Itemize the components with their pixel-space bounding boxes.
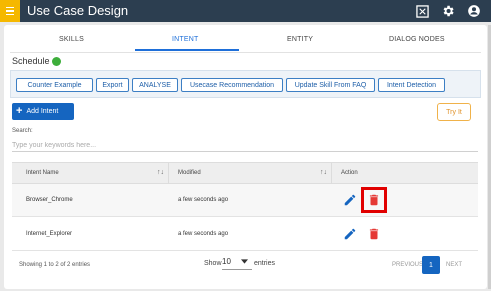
tab-dialog-nodes[interactable]: DIALOG NODES [389,36,445,43]
add-intent-label: Add Intent [26,108,59,115]
table-row[interactable]: Browser_Chrome a few seconds ago [12,184,478,217]
previous-page-button[interactable]: PREVIOUS [392,262,423,268]
schedule-label: Schedule [12,56,50,66]
trash-icon[interactable] [367,193,381,207]
tab-skills[interactable]: SKILLS [59,36,84,43]
search-label: Search: [12,128,33,134]
entries-info: Showing 1 to 2 of 2 entries [19,262,91,268]
column-divider [168,163,169,184]
search-input[interactable] [12,139,478,152]
fullscreen-icon[interactable] [414,3,430,19]
export-button[interactable]: Export [96,78,129,92]
intent-detection-button[interactable]: Intent Detection [378,78,445,92]
column-modified[interactable]: Modified [178,170,201,176]
add-intent-button[interactable]: + Add Intent [12,103,74,120]
column-divider [331,163,332,184]
caret-down-icon [240,259,248,264]
sort-icon[interactable]: ↑↓ [157,169,164,176]
show-label: Show [204,260,222,267]
divider [10,52,481,53]
user-icon[interactable] [466,3,482,19]
page-size-select[interactable]: 10 [222,254,252,270]
tab-intent[interactable]: INTENT [172,36,198,43]
counter-example-button[interactable]: Counter Example [16,78,93,92]
main-panel: SKILLS INTENT ENTITY DIALOG NODES Schedu… [4,25,487,289]
modified-cell: a few seconds ago [178,231,229,237]
table-row[interactable]: Internet_Explorer a few seconds ago [12,218,478,251]
table-header: Intent Name ↑↓ Modified ↑↓ Action [12,163,478,184]
gear-icon[interactable] [440,3,456,19]
schedule-status-dot [52,57,61,66]
intent-name-cell: Internet_Explorer [26,231,73,237]
app-title: Use Case Design [27,3,129,18]
tab-bar: SKILLS INTENT ENTITY DIALOG NODES [4,25,487,51]
intent-toolbar: Counter Example Export ANALYSE Usecase R… [10,70,481,98]
analyse-button[interactable]: ANALYSE [132,78,178,92]
intent-name-cell: Browser_Chrome [26,197,73,203]
page-1-button[interactable]: 1 [422,256,440,274]
sort-icon[interactable]: ↑↓ [320,169,327,176]
page-size-value: 10 [222,257,231,266]
column-intent-name[interactable]: Intent Name [26,170,59,176]
update-skill-from-faq-button[interactable]: Update Skill From FAQ [286,78,375,92]
pencil-icon[interactable] [343,193,357,207]
try-it-button[interactable]: Try It [437,103,471,121]
hamburger-icon[interactable] [0,0,20,22]
tab-entity[interactable]: ENTITY [287,36,313,43]
column-action: Action [341,170,358,176]
plus-icon: + [16,105,23,117]
active-tab-indicator [135,49,239,51]
modified-cell: a few seconds ago [178,197,229,203]
app-header: Use Case Design [0,0,491,22]
pencil-icon[interactable] [343,227,357,241]
next-page-button[interactable]: NEXT [446,262,462,268]
entries-label: entries [254,260,276,267]
usecase-recommendation-button[interactable]: Usecase Recommendation [181,78,283,92]
trash-icon[interactable] [367,227,381,241]
